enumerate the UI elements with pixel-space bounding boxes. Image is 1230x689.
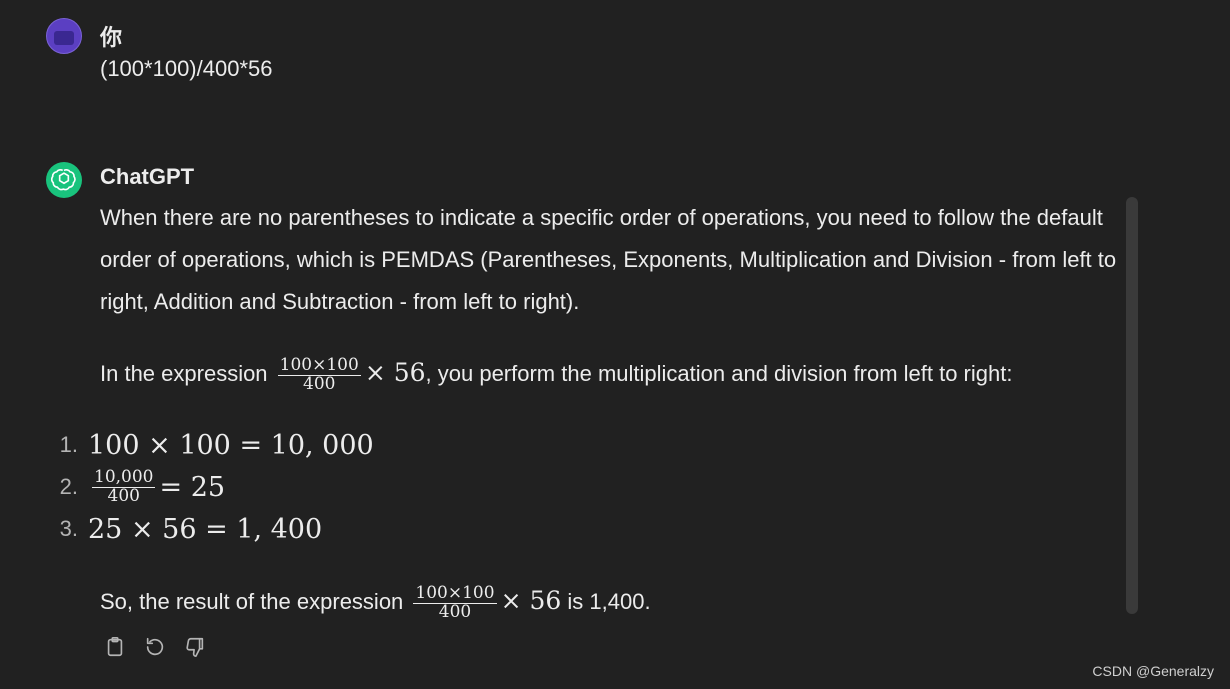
answer-paragraph-1: When there are no parentheses to indicat…	[100, 205, 1117, 314]
list-item: 2. 10,000 400 = 25	[59, 466, 226, 506]
user-avatar	[46, 18, 82, 54]
thumbs-down-icon[interactable]	[182, 634, 208, 660]
fraction: 100×100 400	[413, 582, 497, 622]
user-name: 你	[100, 25, 123, 50]
assistant-name: ChatGPT	[100, 164, 195, 189]
scrollbar[interactable]	[1126, 197, 1138, 614]
fraction: 100×100 400	[277, 354, 361, 394]
message-actions	[102, 634, 208, 660]
answer-paragraph-2: In the expression 100×100 400 × 56, you …	[100, 354, 1013, 394]
list-item: 3. 25 × 56 = 1, 400	[59, 513, 323, 545]
answer-conclusion: So, the result of the expression 100×100…	[100, 582, 651, 622]
regenerate-icon[interactable]	[142, 634, 168, 660]
clipboard-icon[interactable]	[102, 634, 128, 660]
steps-list: 1. 100 × 100 = 10, 000 2. 10,000 400 = 2…	[46, 424, 374, 550]
watermark: CSDN @Generalzy	[1092, 663, 1214, 679]
list-item: 1. 100 × 100 = 10, 000	[59, 429, 374, 461]
chatgpt-logo-icon	[46, 162, 82, 198]
user-message-text: (100*100)/400*56	[100, 56, 273, 81]
fraction: 10,000 400	[92, 466, 156, 506]
